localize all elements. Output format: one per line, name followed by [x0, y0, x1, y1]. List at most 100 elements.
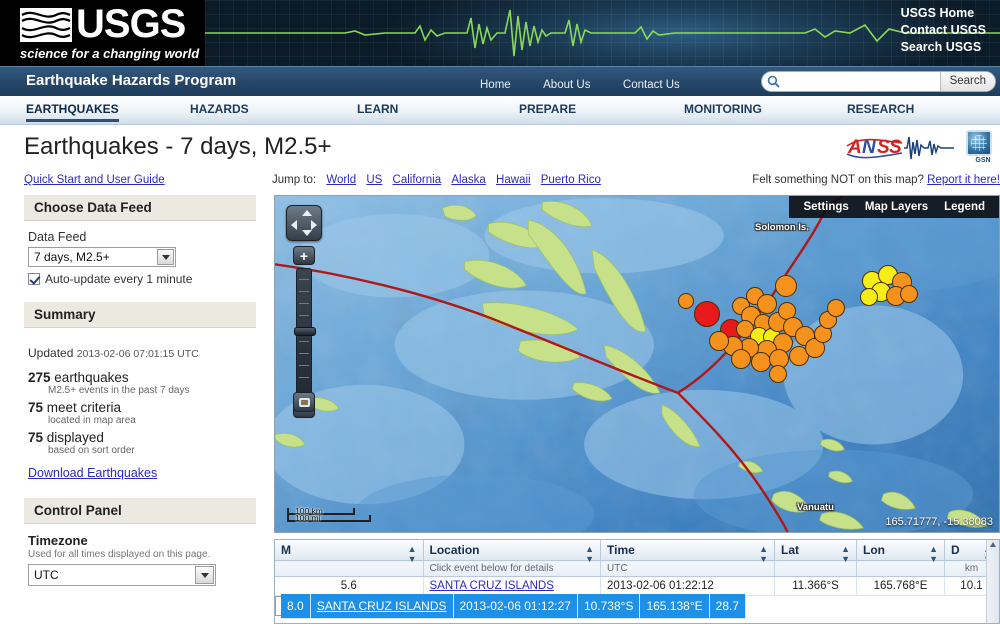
jump-to-world[interactable]: World	[326, 174, 356, 186]
quake-marker[interactable]	[827, 299, 845, 317]
ehp-link-about-us[interactable]: About Us	[543, 79, 590, 91]
nav-learn[interactable]: LEARN	[357, 102, 398, 116]
choose-data-feed-heading: Choose Data Feed	[24, 195, 256, 221]
map-snapshot-button[interactable]	[293, 392, 315, 412]
link-usgs-home[interactable]: USGS Home	[901, 5, 986, 22]
search-button[interactable]: Search	[939, 72, 995, 91]
stat-total: 275 earthquakes M2.5+ events in the past…	[28, 370, 252, 396]
scroll-up-icon[interactable]	[990, 542, 996, 547]
sort-icon[interactable]: ▲▼	[408, 544, 417, 564]
location-link[interactable]: SANTA CRUZ ISLANDS	[317, 599, 447, 613]
quick-start-link[interactable]: Quick Start and User Guide	[24, 174, 165, 186]
felt-report-group: Felt something NOT on this map? Report i…	[752, 174, 1000, 186]
gsn-globe-icon	[966, 130, 992, 156]
chevron-down-icon[interactable]	[195, 566, 214, 584]
cell-depth: 28.7	[709, 593, 746, 619]
map-settings-button[interactable]: Settings	[803, 201, 848, 213]
usgs-wordmark: USGS	[76, 2, 186, 46]
site-search[interactable]: Search	[761, 71, 996, 92]
pan-up-icon[interactable]	[302, 210, 312, 216]
ehp-nav-links: Home About Us Contact Us	[480, 75, 708, 93]
chevron-down-icon[interactable]	[157, 249, 174, 265]
table-row[interactable]: 8.0 SANTA CRUZ ISLANDS 2013-02-06 01:12:…	[275, 593, 746, 619]
link-contact-usgs[interactable]: Contact USGS	[901, 22, 986, 39]
nav-prepare[interactable]: PREPARE	[519, 102, 576, 116]
quake-marker[interactable]	[900, 285, 918, 303]
jump-to-alaska[interactable]: Alaska	[451, 174, 486, 186]
timezone-select[interactable]: UTC	[28, 564, 216, 586]
auto-update-row[interactable]: Auto-update every 1 minute	[28, 272, 252, 286]
ehp-link-contact-us[interactable]: Contact Us	[623, 79, 680, 91]
jump-to-california[interactable]: California	[393, 174, 442, 186]
col-header-magnitude[interactable]: M ▲ ▼	[275, 540, 424, 564]
zoom-slider-handle[interactable]	[294, 327, 316, 336]
sort-icon[interactable]: ▲▼	[841, 544, 850, 564]
stat-criteria-count: 75	[28, 400, 44, 415]
search-input[interactable]	[784, 72, 940, 91]
felt-question: Felt something NOT on this map?	[752, 174, 924, 186]
quake-marker[interactable]	[775, 275, 797, 297]
quake-marker[interactable]	[694, 301, 720, 327]
jump-to-hawaii[interactable]: Hawaii	[496, 174, 531, 186]
map-layers-button[interactable]: Map Layers	[865, 201, 928, 213]
auto-update-checkbox[interactable]	[28, 273, 40, 285]
sublinks-row: Quick Start and User Guide Jump to: Worl…	[0, 171, 1000, 195]
quake-marker[interactable]	[769, 365, 787, 383]
title-row: Earthquakes - 7 days, M2.5+ A N S S GSN	[0, 125, 1000, 171]
nav-earthquakes[interactable]: EARTHQUAKES	[26, 102, 119, 122]
col-header-lon[interactable]: Lon ▲ ▼	[856, 540, 945, 564]
stat-criteria: 75 meet criteria located in map area	[28, 400, 252, 426]
auto-update-label: Auto-update every 1 minute	[45, 272, 193, 286]
download-earthquakes-link[interactable]: Download Earthquakes	[28, 466, 252, 480]
table-scrollbar[interactable]	[986, 540, 999, 623]
map-pan-control[interactable]	[286, 205, 322, 241]
link-search-usgs[interactable]: Search USGS	[901, 39, 986, 56]
usgs-logo[interactable]: USGS science for a changing world	[8, 2, 204, 64]
nav-monitoring[interactable]: MONITORING	[684, 102, 762, 116]
usgs-wave-mark-icon	[20, 8, 72, 42]
gsn-logo: GSN	[966, 130, 1000, 166]
cell-location[interactable]: SANTA CRUZ ISLANDS	[310, 593, 454, 619]
sort-icon[interactable]: ▲▼	[585, 544, 594, 564]
col-header-lat[interactable]: Lat ▲ ▼	[774, 540, 857, 564]
earthquake-table[interactable]: M▲▼ Location▲▼ Time▲▼ Lat▲▼ Lon▲▼ D▲▼ Cl…	[274, 539, 1000, 624]
cell-time: 2013-02-06 01:12:27	[453, 593, 578, 619]
col-header-time[interactable]: Time ▲ ▼	[600, 540, 775, 564]
pan-down-icon[interactable]	[302, 230, 312, 236]
scale-mi-label: 100 mi	[295, 513, 321, 523]
location-link[interactable]: SANTA CRUZ ISLANDS	[430, 580, 554, 592]
gsn-label: GSN	[975, 157, 991, 164]
quake-marker[interactable]	[751, 352, 771, 372]
report-it-here-link[interactable]: Report it here!	[927, 174, 1000, 186]
zoom-in-button[interactable]: +	[293, 246, 315, 265]
quake-marker[interactable]	[709, 331, 729, 351]
timezone-selected-value: UTC	[34, 568, 59, 582]
quake-marker[interactable]	[678, 293, 694, 309]
search-icon	[762, 72, 784, 91]
map-cursor-coordinates: 165.71777, -15.38083	[885, 516, 993, 528]
nav-hazards[interactable]: HAZARDS	[190, 102, 249, 116]
stat-total-label: earthquakes	[54, 370, 129, 385]
ehp-link-home[interactable]: Home	[480, 79, 511, 91]
data-feed-label: Data Feed	[28, 230, 87, 244]
sort-icon[interactable]: ▲▼	[929, 544, 938, 564]
usgs-earthquake-map-page: USGS science for a changing world USGS H…	[0, 0, 1000, 628]
quake-marker[interactable]	[731, 349, 751, 369]
quake-marker[interactable]	[860, 288, 878, 306]
control-panel-body: Timezone Used for all times displayed on…	[24, 524, 256, 590]
earthquake-map[interactable]: Solomon Is. Vanuatu Settings Map Layers …	[274, 195, 1000, 533]
data-feed-select[interactable]: 7 days, M2.5+	[28, 247, 176, 267]
zoom-slider-track[interactable]	[294, 268, 316, 396]
pan-left-icon[interactable]	[291, 220, 297, 230]
col-header-location[interactable]: Location ▲ ▼	[423, 540, 601, 564]
jump-to-puerto-rico[interactable]: Puerto Rico	[541, 174, 601, 186]
jump-to-us[interactable]: US	[366, 174, 382, 186]
nav-research[interactable]: RESEARCH	[847, 102, 914, 116]
page-title: Earthquakes - 7 days, M2.5+	[24, 133, 332, 160]
sort-icon[interactable]: ▲▼	[759, 544, 768, 564]
usgs-tagline: science for a changing world	[20, 46, 200, 61]
table-header-row: M▲▼ Location▲▼ Time▲▼ Lat▲▼ Lon▲▼ D▲▼	[275, 540, 999, 564]
pan-right-icon[interactable]	[311, 220, 317, 230]
choose-data-feed-body: Data Feed 7 days, M2.5+ Auto-update ever…	[24, 221, 256, 290]
map-legend-button[interactable]: Legend	[944, 201, 985, 213]
